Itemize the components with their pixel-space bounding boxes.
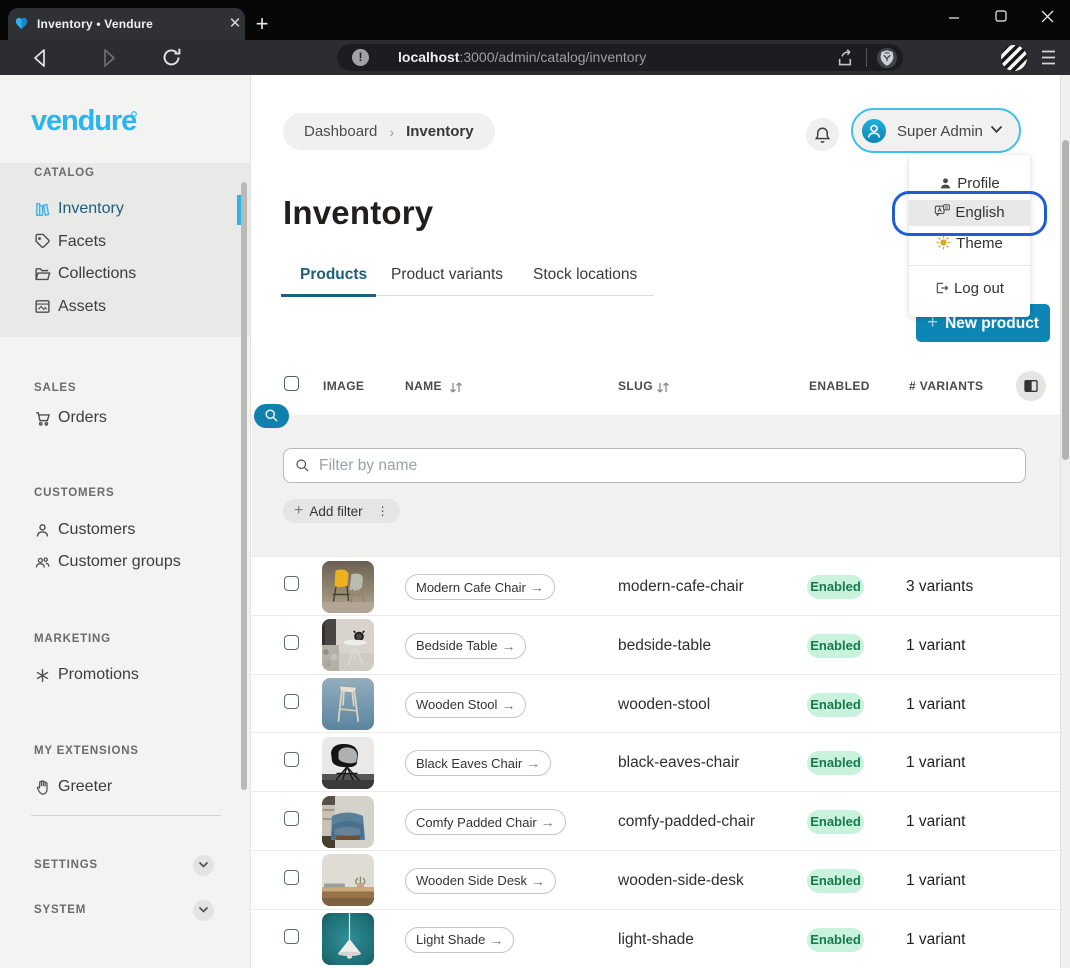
svg-text:vendure: vendure — [31, 106, 137, 136]
